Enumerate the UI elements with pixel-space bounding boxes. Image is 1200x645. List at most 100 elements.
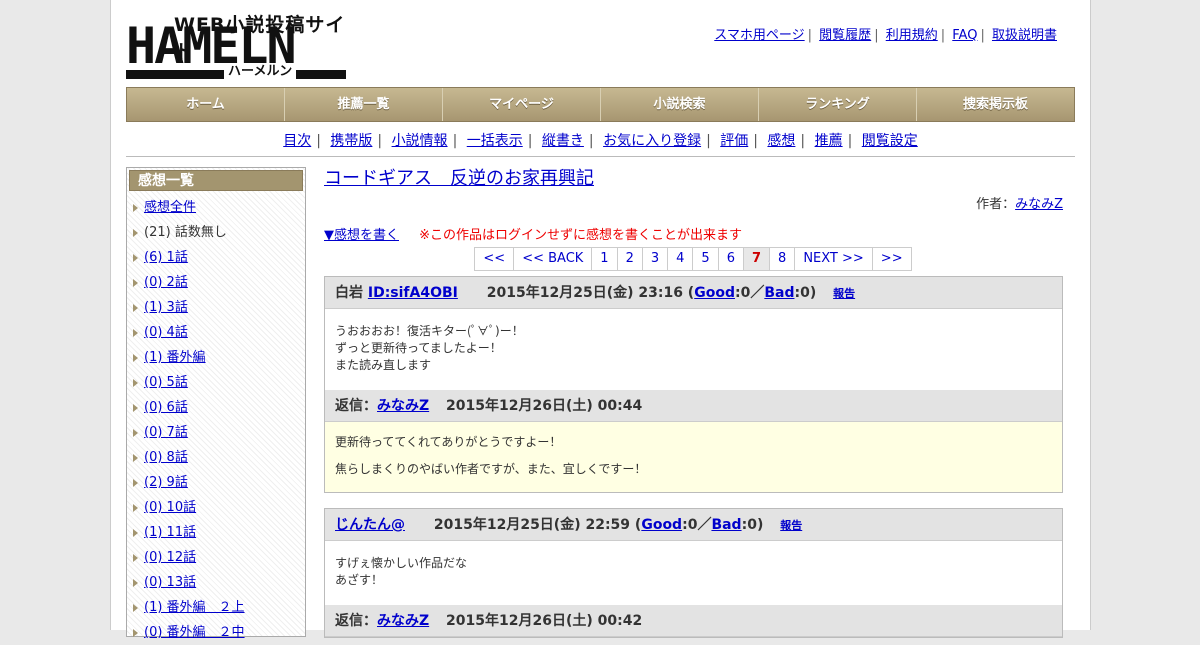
sidebar-item-label[interactable]: (1) 3話 xyxy=(144,300,188,315)
faq-link[interactable]: FAQ xyxy=(952,28,977,43)
page-link[interactable]: 5 xyxy=(692,247,719,271)
commenter-name-link[interactable]: じんたん@ xyxy=(335,517,405,533)
write-comment-row: ▼感想を書く ※この作品はログインせずに感想を書くことが出来ます xyxy=(324,224,1063,243)
sidebar-item[interactable]: (0) 8話 xyxy=(127,445,305,470)
bullet-triangle-icon xyxy=(133,253,138,262)
sidebar-item[interactable]: (1) 番外編 xyxy=(127,345,305,370)
nav-ranking[interactable]: ランキング xyxy=(759,88,917,121)
smartphone-page-link[interactable]: スマホ用ページ xyxy=(714,28,804,43)
good-link[interactable]: Good xyxy=(694,285,735,301)
sidebar-item[interactable]: (0) 5話 xyxy=(127,370,305,395)
sidebar-item[interactable]: (0) 4話 xyxy=(127,320,305,345)
sidebar-item-label[interactable]: (1) 番外編 ２上 xyxy=(144,600,245,615)
reply-date: 2015年12月26日(土) 00:42 xyxy=(446,613,643,629)
logo-kana: ハーメルン xyxy=(224,64,297,80)
comment-item: じんたん@ 2015年12月25日(金) 22:59 (Good:0／Bad:0… xyxy=(324,508,1063,638)
sidebar-item-label[interactable]: (0) 6話 xyxy=(144,400,188,415)
reply-author-link[interactable]: みなみZ xyxy=(377,398,429,414)
subnav-bulk-view[interactable]: 一括表示 xyxy=(467,133,523,149)
page-link[interactable]: << xyxy=(474,247,515,271)
page-link[interactable]: 3 xyxy=(641,247,669,271)
reply-header: 返信：みなみZ 2015年12月26日(土) 00:42 xyxy=(325,605,1062,637)
sidebar-item[interactable]: 感想全件 xyxy=(127,195,305,220)
sidebar-item[interactable]: (2) 9話 xyxy=(127,470,305,495)
write-comment-link[interactable]: ▼感想を書く xyxy=(324,228,399,243)
commenter-id-link[interactable]: ID:sifA4OBI xyxy=(368,285,458,301)
sidebar-item-label[interactable]: (0) 7話 xyxy=(144,425,188,440)
comment-date: 2015年12月25日(金) 22:59 xyxy=(433,517,631,533)
sidebar-item-label[interactable]: (2) 9話 xyxy=(144,475,188,490)
subnav-view-settings[interactable]: 閲覧設定 xyxy=(862,133,918,149)
sidebar-item-label[interactable]: (1) 11話 xyxy=(144,525,196,540)
sidebar-item[interactable]: (0) 2話 xyxy=(127,270,305,295)
subnav-comments[interactable]: 感想 xyxy=(767,133,795,149)
sidebar-item-label[interactable]: (0) 10話 xyxy=(144,500,196,515)
page-link[interactable]: << BACK xyxy=(513,247,593,271)
sidebar-item[interactable]: (0) 番外編 ２中 xyxy=(127,620,305,645)
page-link[interactable]: 2 xyxy=(616,247,643,271)
main-content: コードギアス 反逆のお家再興記 作者：みなみZ ▼感想を書く ※この作品はログイ… xyxy=(324,167,1063,638)
sidebar-item[interactable]: (1) 11話 xyxy=(127,520,305,545)
page-link[interactable]: 4 xyxy=(667,247,694,271)
history-link[interactable]: 閲覧履歴 xyxy=(819,28,871,43)
nav-search-board[interactable]: 捜索掲示板 xyxy=(917,88,1074,121)
sidebar: 感想一覧 感想全件 (21) 話数無し (6) 1話 (0) 2話 (1) 3話 (0) … xyxy=(126,167,306,640)
nav-home[interactable]: ホーム xyxy=(127,88,285,121)
sidebar-item-label[interactable]: (0) 13話 xyxy=(144,575,196,590)
report-link[interactable]: 報告 xyxy=(833,287,855,300)
sidebar-item[interactable]: (1) 3話 xyxy=(127,295,305,320)
sidebar-item-label[interactable]: (6) 1話 xyxy=(144,250,188,265)
sidebar-item-label[interactable]: (0) 4話 xyxy=(144,325,188,340)
comment-body: うおおおお！復活キター(ﾟ∀ﾟ)ー！ ずっと更新待ってましたよー！ また読み直し… xyxy=(325,309,1062,390)
comment-header: じんたん@ 2015年12月25日(金) 22:59 (Good:0／Bad:0… xyxy=(325,509,1062,541)
reply-line: 焦らしまくりのやばい作者ですが、また、宜しくですー！ xyxy=(335,462,647,476)
page-link[interactable]: 6 xyxy=(717,247,744,271)
manual-link[interactable]: 取扱説明書 xyxy=(992,28,1057,43)
main-nav: ホーム 推薦一覧 マイページ 小説検索 ランキング 捜索掲示板 xyxy=(126,87,1075,122)
comment-date: 2015年12月25日(金) 23:16 xyxy=(486,285,683,301)
sidebar-item[interactable]: (0) 10話 xyxy=(127,495,305,520)
page-link[interactable]: NEXT >> xyxy=(794,247,873,271)
sidebar-item-label[interactable]: (1) 番外編 xyxy=(144,350,206,365)
reply-date: 2015年12月26日(土) 00:44 xyxy=(446,398,643,414)
sidebar-item-label[interactable]: (0) 12話 xyxy=(144,550,196,565)
nav-recommendations[interactable]: 推薦一覧 xyxy=(285,88,443,121)
sidebar-item-label[interactable]: (0) 2話 xyxy=(144,275,188,290)
separator: | xyxy=(807,28,813,43)
page-link[interactable]: >> xyxy=(871,247,912,271)
hameln-logo[interactable]: WEB小説投稿サイト HAMELN ハーメルン xyxy=(126,10,348,80)
nav-mypage[interactable]: マイページ xyxy=(443,88,601,121)
sidebar-item[interactable]: (0) 7話 xyxy=(127,420,305,445)
subnav-novel-info[interactable]: 小説情報 xyxy=(392,133,448,149)
subnav-vertical[interactable]: 縦書き xyxy=(542,133,584,149)
bad-link[interactable]: Bad xyxy=(764,285,794,301)
sidebar-item[interactable]: (0) 12話 xyxy=(127,545,305,570)
comment-header: 白岩 ID:sifA4OBI 2015年12月25日(金) 23:16 (Goo… xyxy=(325,277,1062,309)
sidebar-item-label[interactable]: (0) 番外編 ２中 xyxy=(144,625,245,640)
page-link[interactable]: 8 xyxy=(769,247,796,271)
bullet-triangle-icon xyxy=(133,203,138,212)
subnav-toc[interactable]: 目次 xyxy=(283,133,311,149)
bad-link[interactable]: Bad xyxy=(711,517,741,533)
novel-title-link[interactable]: コードギアス 反逆のお家再興記 xyxy=(324,168,594,189)
report-link[interactable]: 報告 xyxy=(780,519,802,532)
subnav-favorite[interactable]: お気に入り登録 xyxy=(603,133,701,149)
sidebar-item[interactable]: (0) 13話 xyxy=(127,570,305,595)
page-link[interactable]: 1 xyxy=(591,247,618,271)
comment-line: また読み直します xyxy=(335,358,432,372)
reply-author-link[interactable]: みなみZ xyxy=(377,613,429,629)
sidebar-item[interactable]: (0) 6話 xyxy=(127,395,305,420)
subnav-rating[interactable]: 評価 xyxy=(720,133,748,149)
sidebar-item-label[interactable]: 感想全件 xyxy=(144,200,196,215)
sidebar-item[interactable]: (6) 1話 xyxy=(127,245,305,270)
terms-link[interactable]: 利用規約 xyxy=(886,28,938,43)
sidebar-item-label[interactable]: (0) 8話 xyxy=(144,450,188,465)
good-link[interactable]: Good xyxy=(641,517,682,533)
subnav-recommend[interactable]: 推薦 xyxy=(815,133,843,149)
nav-novel-search[interactable]: 小説検索 xyxy=(601,88,759,121)
subnav-mobile[interactable]: 携帯版 xyxy=(330,133,372,149)
bullet-triangle-icon xyxy=(133,503,138,512)
author-link[interactable]: みなみZ xyxy=(1015,197,1063,212)
sidebar-item-label[interactable]: (0) 5話 xyxy=(144,375,188,390)
sidebar-item[interactable]: (1) 番外編 ２上 xyxy=(127,595,305,620)
